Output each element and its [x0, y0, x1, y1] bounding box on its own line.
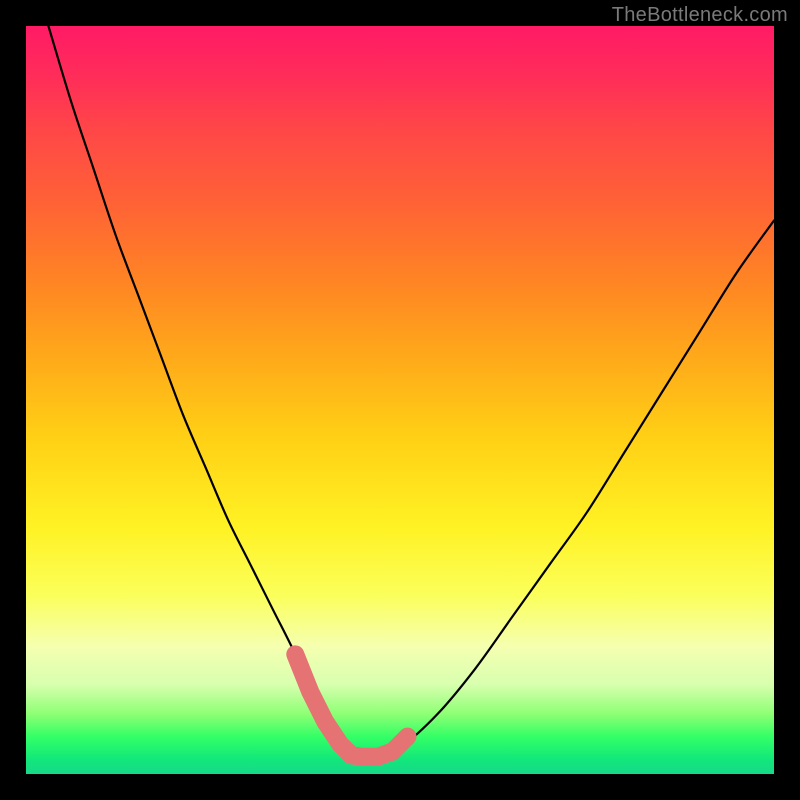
chart-frame: TheBottleneck.com	[0, 0, 800, 800]
overlay-svg	[26, 26, 774, 774]
marker-left-arm	[295, 654, 351, 755]
watermark-text: TheBottleneck.com	[612, 4, 788, 27]
optimal-region-markers	[295, 654, 407, 756]
marker-right-arm	[393, 737, 408, 752]
plot-area	[26, 26, 774, 774]
bottleneck-curve	[48, 26, 774, 758]
